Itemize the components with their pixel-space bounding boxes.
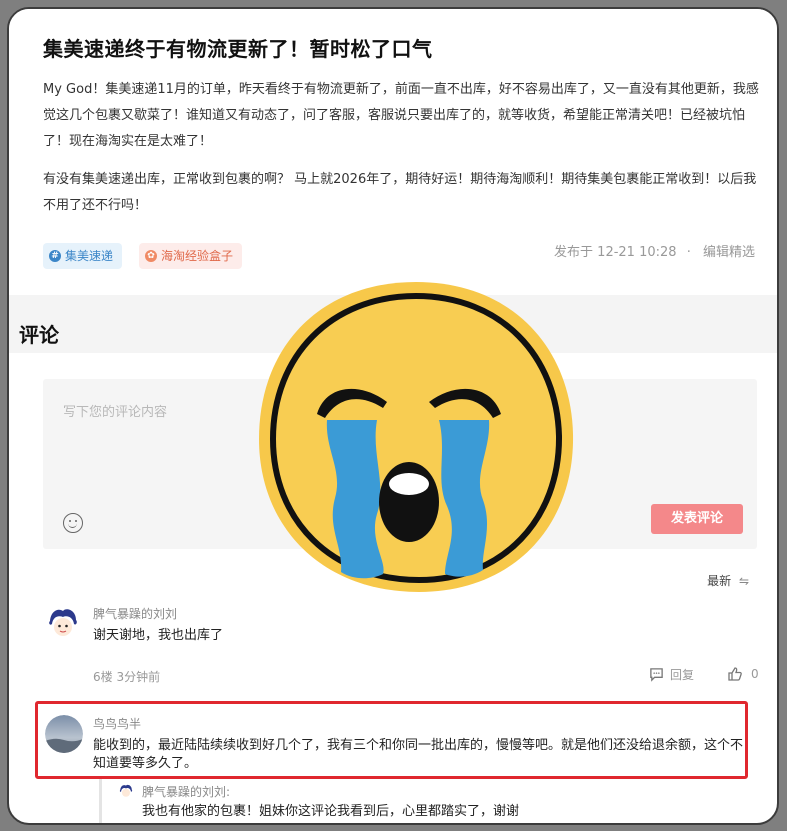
tag-label: 海淘经验盒子 xyxy=(161,249,234,263)
app-frame: 集美速递终于有物流更新了！暂时松了口气 My God！集美速递11月的订单，昨天… xyxy=(7,7,779,825)
tag-jimei-express[interactable]: # 集美速递 xyxy=(43,243,123,269)
comment-floor-time: 6楼 3分钟前 xyxy=(93,670,161,684)
comments-heading: 评论 xyxy=(19,323,59,347)
comment-text: 能收到的，最近陆陆续续收到好几个了，我有三个和你同一批出库的，慢慢等吧。就是他们… xyxy=(93,738,744,771)
editor-pick-badge: 编辑精选 xyxy=(702,245,755,260)
comment-username[interactable]: 鸟鸟鸟半 xyxy=(93,715,141,732)
tag-haitao-box[interactable]: ✿ 海淘经验盒子 xyxy=(139,243,243,269)
meta-separator: · xyxy=(686,245,691,260)
avatar[interactable] xyxy=(45,715,83,753)
reply-username[interactable]: 脾气暴躁的刘刘: xyxy=(142,783,230,800)
sort-toggle[interactable]: 最新 ⇋ xyxy=(707,572,749,589)
loudly-crying-face-icon xyxy=(251,274,581,604)
hash-icon: # xyxy=(49,250,61,262)
post-meta: 发布于 12-21 10:28 · 编辑精选 xyxy=(552,241,755,260)
avatar[interactable] xyxy=(45,605,81,641)
submit-comment-button[interactable]: 发表评论 xyxy=(651,504,743,534)
box-icon: ✿ xyxy=(145,250,157,262)
reply-label: 回复 xyxy=(670,668,695,682)
post-title: 集美速递终于有物流更新了！暂时松了口气 xyxy=(43,37,433,61)
like-button[interactable]: 0 xyxy=(727,666,759,682)
post-paragraph-1: My God！集美速递11月的订单，昨天看终于有物流更新了，前面一直不出库，好不… xyxy=(43,82,759,149)
comment-username[interactable]: 脾气暴躁的刘刘 xyxy=(93,605,177,622)
swap-icon: ⇋ xyxy=(738,574,749,588)
tag-label: 集美速递 xyxy=(65,249,114,263)
emoji-picker-icon[interactable] xyxy=(63,513,83,533)
post-card: 集美速递终于有物流更新了！暂时松了口气 My God！集美速递11月的订单，昨天… xyxy=(9,9,777,295)
chat-bubble-icon xyxy=(650,668,663,682)
reply-thread: 脾气暴躁的刘刘: 我也有他家的包裹！姐妹你这评论我看到后，心里都踏实了，谢谢 xyxy=(99,779,759,823)
avatar[interactable] xyxy=(118,783,134,799)
reply-text: 我也有他家的包裹！姐妹你这评论我看到后，心里都踏实了，谢谢 xyxy=(142,804,520,819)
thumbs-up-icon xyxy=(728,667,742,681)
sort-label: 最新 xyxy=(707,574,732,588)
reply-button[interactable]: 回复 xyxy=(649,666,694,683)
like-count: 0 xyxy=(751,667,759,681)
publish-time: 发布于 12-21 10:28 xyxy=(554,245,677,260)
comment-text: 谢天谢地，我也出库了 xyxy=(93,628,224,643)
comment-input[interactable]: 写下您的评论内容 xyxy=(63,401,167,420)
post-paragraph-2: 有没有集美速递出库，正常收到包裹的啊？ 马上就2026年了，期待好运！期待海淘顺… xyxy=(43,172,757,213)
